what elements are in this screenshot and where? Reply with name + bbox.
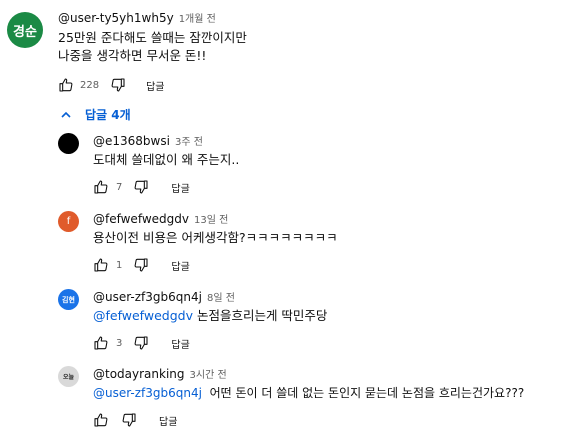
reply-text-body: 어떤 돈이 더 쓸데 없는 돈인지 묻는데 논점을 흐리는건가요??? bbox=[201, 386, 525, 400]
like-count: 1 bbox=[116, 259, 123, 271]
main-comment-header: @user-ty5yh1wh5y 1개월 전 bbox=[58, 10, 216, 26]
reply-actions: 3 답글 bbox=[93, 335, 190, 351]
comment-author[interactable]: @user-ty5yh1wh5y bbox=[58, 11, 174, 25]
reply-author[interactable]: @user-zf3gb6qn4j bbox=[93, 290, 202, 304]
chevron-up-icon bbox=[61, 111, 71, 118]
reply-button[interactable]: 답글 bbox=[171, 180, 189, 195]
thumb-up-icon[interactable] bbox=[93, 412, 109, 428]
reply-timestamp[interactable]: 3주 전 bbox=[175, 133, 203, 148]
reply-actions: 1 답글 bbox=[93, 257, 190, 273]
reply-text: 도대체 쓸데없이 왜 주는지.. bbox=[93, 152, 240, 167]
reply-timestamp[interactable]: 8일 전 bbox=[207, 289, 235, 304]
thumb-down-icon[interactable] bbox=[133, 257, 149, 273]
reply-button[interactable]: 답글 bbox=[171, 258, 189, 273]
reply-timestamp[interactable]: 3시간 전 bbox=[190, 366, 227, 381]
reply-button[interactable]: 답글 bbox=[171, 336, 189, 351]
reply-text: @fefwefwedgdv 논점을흐리는게 딱민주당 bbox=[93, 307, 327, 325]
reply-button[interactable]: 답글 bbox=[146, 78, 164, 93]
reply-avatar[interactable]: 김현 bbox=[58, 289, 79, 310]
thumb-up-icon[interactable] bbox=[93, 257, 109, 273]
reply-actions: 7 답글 bbox=[93, 179, 190, 195]
like-count: 228 bbox=[80, 79, 100, 91]
thumb-down-icon[interactable] bbox=[121, 412, 137, 428]
thumb-up-icon[interactable] bbox=[93, 179, 109, 195]
reply-header: @todayranking 3시간 전 bbox=[93, 366, 227, 382]
reply-avatar[interactable]: f bbox=[58, 211, 79, 232]
main-comment-avatar[interactable]: 경순 bbox=[7, 12, 43, 48]
reply-author[interactable]: @e1368bwsi bbox=[93, 134, 170, 148]
reply-header: @user-zf3gb6qn4j 8일 전 bbox=[93, 289, 235, 305]
avatar-text: 김현 bbox=[62, 295, 75, 304]
avatar-text: 경순 bbox=[13, 24, 37, 40]
mention-link[interactable]: @fefwefwedgdv bbox=[93, 308, 193, 323]
avatar-text: f bbox=[66, 216, 71, 227]
like-count: 3 bbox=[116, 337, 123, 349]
reply-timestamp[interactable]: 13일 전 bbox=[194, 211, 228, 226]
reply-text-body: 논점을흐리는게 딱민주당 bbox=[192, 308, 328, 323]
reply-text: @user-zf3gb6qn4j 어떤 돈이 더 쓸데 없는 돈인지 묻는데 논… bbox=[93, 384, 524, 402]
reply-actions: 답글 bbox=[93, 412, 177, 428]
reply-header: @e1368bwsi 3주 전 bbox=[93, 133, 203, 149]
thumb-up-icon[interactable] bbox=[93, 335, 109, 351]
like-count: 7 bbox=[116, 181, 123, 193]
replies-toggle-label: 답글 4개 bbox=[85, 108, 131, 122]
replies-toggle[interactable]: 답글 4개 bbox=[60, 106, 131, 123]
main-comment-actions: 228 답글 bbox=[58, 77, 165, 93]
reply-author[interactable]: @todayranking bbox=[93, 367, 185, 381]
reply-header: @fefwefwedgdv 13일 전 bbox=[93, 211, 228, 227]
reply-avatar[interactable]: 오늘 bbox=[58, 366, 79, 387]
reply-button[interactable]: 답글 bbox=[159, 413, 177, 428]
reply-author[interactable]: @fefwefwedgdv bbox=[93, 212, 189, 226]
thumb-down-icon[interactable] bbox=[110, 77, 126, 93]
avatar-text: 오늘 bbox=[62, 374, 75, 381]
comment-text-line2: 나중을 생각하면 무서운 돈!! bbox=[58, 48, 207, 63]
thumb-down-icon[interactable] bbox=[133, 335, 149, 351]
comment-text-line1: 25만원 준다해도 쓸때는 잠깐이지만 bbox=[58, 30, 247, 45]
mention-link[interactable]: @user-zf3gb6qn4j bbox=[93, 386, 202, 400]
thumb-up-icon[interactable] bbox=[58, 77, 74, 93]
reply-text: 용산이전 비용은 어케생각함?ㅋㅋㅋㅋㅋㅋㅋㅋ bbox=[93, 230, 338, 245]
reply-avatar[interactable] bbox=[58, 133, 79, 154]
comment-timestamp[interactable]: 1개월 전 bbox=[179, 10, 216, 25]
thumb-down-icon[interactable] bbox=[133, 179, 149, 195]
